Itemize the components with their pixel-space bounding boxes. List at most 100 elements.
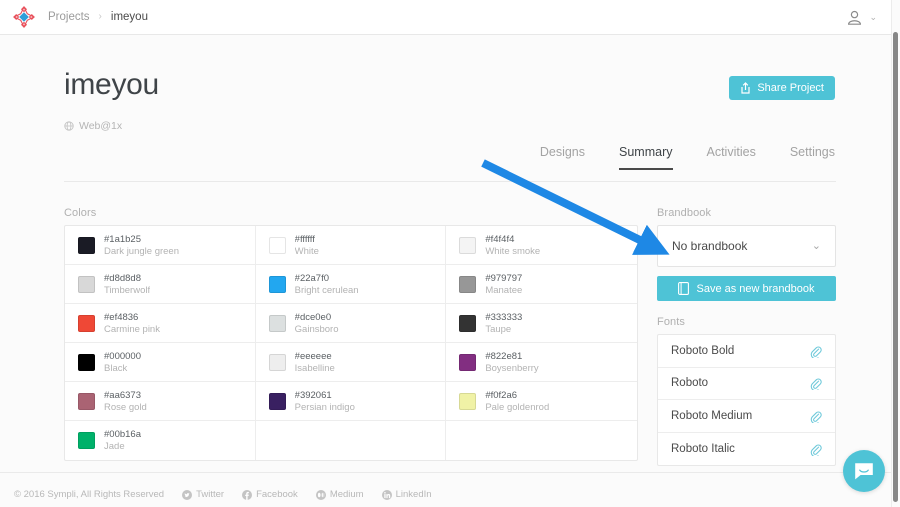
paperclip-icon[interactable] — [810, 345, 822, 359]
facebook-icon — [242, 489, 253, 500]
font-list-item[interactable]: Roboto — [658, 368, 835, 400]
footer-social-label: Facebook — [256, 489, 298, 500]
footer-social-link[interactable]: Medium — [315, 489, 364, 500]
color-swatch-item[interactable]: #eeeeee Isabelline — [255, 343, 447, 382]
color-name: Dark jungle green — [104, 245, 179, 257]
color-cell-empty — [256, 421, 447, 460]
paperclip-icon[interactable] — [810, 443, 822, 457]
fonts-list: Roboto Bold Roboto Roboto Medium Roboto Ita… — [657, 334, 836, 466]
font-list-item[interactable]: Roboto Bold — [658, 335, 835, 368]
copyright-text: © 2016 Sympli, All Rights Reserved — [14, 489, 165, 500]
color-swatch-item[interactable]: #000000 Black — [65, 343, 256, 382]
color-swatch-item[interactable]: #1a1b25 Dark jungle green — [65, 226, 256, 265]
save-as-new-brandbook-button[interactable]: Save as new brandbook — [657, 276, 836, 301]
color-name: White — [294, 245, 319, 257]
color-swatch-item[interactable]: #392061 Persian indigo — [255, 382, 447, 421]
share-project-label: Share Project — [757, 82, 824, 94]
color-name: Boysenberry — [485, 362, 539, 374]
app-page: Projects › imeyou ⌄ imeyou Web@1x Share … — [0, 0, 900, 507]
color-swatch-item[interactable]: #dce0e0 Gainsboro — [255, 304, 447, 343]
color-name: Timberwolf — [104, 284, 151, 296]
sympli-logo — [12, 5, 36, 29]
page-scrollbar-track[interactable] — [891, 0, 900, 507]
color-swatch-item[interactable]: #d8d8d8 Timberwolf — [65, 265, 256, 304]
linkedin-icon — [381, 489, 392, 500]
top-navbar: Projects › imeyou ⌄ — [0, 0, 891, 35]
twitter-icon — [182, 489, 193, 500]
color-cell-empty — [446, 421, 637, 460]
color-hex: #00b16a — [104, 429, 141, 440]
color-swatch — [459, 392, 477, 410]
paperclip-icon[interactable] — [810, 377, 822, 392]
tab-summary[interactable]: Summary — [619, 145, 673, 170]
footer-social-link[interactable]: Twitter — [182, 489, 224, 500]
font-list-item[interactable]: Roboto Medium — [658, 400, 835, 433]
color-swatch-item[interactable]: #ffffff White — [255, 226, 447, 265]
color-swatch-item[interactable]: #f4f4f4 White smoke — [446, 226, 637, 265]
footer-social-label: Twitter — [196, 489, 225, 500]
color-swatch-item[interactable]: #f0f2a6 Pale goldenrod — [446, 382, 637, 421]
footer-social-label: Medium — [329, 489, 364, 500]
color-swatch — [78, 314, 95, 332]
avatar-icon — [846, 9, 863, 26]
color-name: Bright cerulean — [294, 284, 359, 296]
logo-container[interactable] — [0, 5, 48, 29]
color-hex: #f4f4f4 — [485, 233, 515, 245]
color-swatch — [268, 236, 286, 254]
colors-grid: #1a1b25 Dark jungle green #ffffff White #f4f… — [64, 225, 638, 461]
color-swatch — [268, 275, 286, 293]
project-tabs: Designs Summary Activities Settings — [540, 145, 835, 170]
chat-bubble-icon — [854, 462, 874, 481]
color-swatch — [78, 432, 95, 449]
color-swatch — [268, 392, 286, 410]
platform-label: Web@1x — [79, 120, 123, 132]
color-swatch — [78, 236, 95, 254]
font-name: Roboto — [671, 377, 709, 390]
color-hex: #333333 — [485, 311, 523, 323]
tab-designs[interactable]: Designs — [540, 145, 585, 170]
brandbook-selected-value: No brandbook — [672, 239, 748, 253]
footer-social-link[interactable]: Facebook — [242, 489, 298, 500]
fonts-section-label: Fonts — [657, 316, 686, 328]
tab-settings[interactable]: Settings — [790, 145, 835, 170]
color-swatch — [459, 275, 477, 293]
color-swatch-item[interactable]: #979797 Manatee — [446, 265, 637, 304]
page-scrollbar-thumb[interactable] — [893, 32, 898, 502]
color-swatch-item[interactable]: #ef4836 Carmine pink — [65, 304, 256, 343]
color-name: Taupe — [485, 323, 512, 335]
footer-social-link[interactable]: LinkedIn — [381, 489, 432, 500]
color-hex: #d8d8d8 — [104, 272, 141, 284]
color-swatch-item[interactable]: #822e81 Boysenberry — [446, 343, 637, 382]
breadcrumb-projects-link[interactable]: Projects — [48, 11, 90, 23]
color-name: White smoke — [485, 245, 541, 257]
chevron-down-icon: ⌄ — [869, 11, 877, 22]
color-hex: #000000 — [104, 350, 141, 362]
paperclip-icon[interactable] — [810, 410, 822, 424]
footer-social-label: LinkedIn — [395, 489, 432, 500]
chat-launcher-button[interactable] — [843, 450, 885, 492]
color-swatch-item[interactable]: #aa6373 Rose gold — [65, 382, 256, 421]
color-swatch-item[interactable]: #333333 Taupe — [446, 304, 637, 343]
color-swatch-item[interactable]: #00b16a Jade — [65, 421, 256, 460]
color-swatch — [268, 314, 286, 332]
color-swatch — [459, 353, 477, 371]
chevron-down-icon: ⌄ — [811, 239, 821, 252]
book-icon — [678, 282, 690, 295]
page-title: imeyou — [64, 68, 159, 101]
save-as-new-brandbook-label: Save as new brandbook — [696, 282, 815, 295]
color-hex: #392061 — [294, 389, 332, 401]
account-menu[interactable]: ⌄ — [846, 9, 891, 26]
color-name: Rose gold — [104, 401, 147, 413]
brandbook-select[interactable]: No brandbook ⌄ — [657, 225, 836, 267]
font-name: Roboto Bold — [671, 344, 735, 357]
color-hex: #ffffff — [294, 233, 315, 245]
font-list-item[interactable]: Roboto Italic — [658, 433, 835, 466]
share-project-button[interactable]: Share Project — [729, 76, 835, 100]
tab-activities[interactable]: Activities — [707, 145, 756, 170]
color-name: Carmine pink — [104, 323, 160, 335]
color-name: Manatee — [485, 284, 523, 296]
font-name: Roboto Medium — [671, 409, 753, 422]
color-swatch — [459, 314, 477, 332]
share-icon — [740, 82, 751, 94]
color-swatch-item[interactable]: #22a7f0 Bright cerulean — [255, 265, 447, 304]
